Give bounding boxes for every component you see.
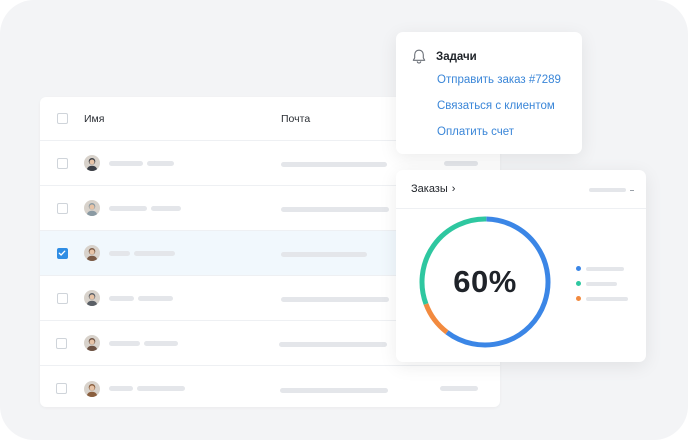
cell-extra <box>440 386 500 391</box>
legend-dot <box>576 281 581 286</box>
legend-dot <box>576 266 581 271</box>
table-row[interactable] <box>40 366 500 407</box>
cell-mail <box>280 380 440 398</box>
tasks-header: Задачи <box>411 48 477 65</box>
chart-legend <box>576 261 628 306</box>
placeholder-bar <box>586 266 624 271</box>
placeholder-bar <box>440 386 478 391</box>
checkmark-icon <box>58 250 66 256</box>
placeholder-bar <box>281 162 387 167</box>
placeholder-bar <box>134 250 175 256</box>
tasks-title: Задачи <box>436 50 477 63</box>
orders-title: Заказы <box>411 183 448 195</box>
placeholder-bar <box>281 252 367 257</box>
orders-period-selector[interactable] <box>589 188 634 192</box>
orders-header[interactable]: Заказы › <box>396 170 646 209</box>
cell-name <box>83 335 280 351</box>
cell-extra <box>441 160 500 166</box>
row-checkbox[interactable] <box>56 157 68 169</box>
legend-item <box>576 276 628 291</box>
placeholder-bar <box>151 205 181 211</box>
column-header-name[interactable]: Имя <box>84 113 281 125</box>
task-link-send-order[interactable]: Отправить заказ #7289 <box>437 74 561 86</box>
avatar <box>84 155 100 171</box>
placeholder-bar <box>589 188 626 192</box>
dash-icon <box>630 189 634 191</box>
row-checkbox[interactable] <box>56 337 68 349</box>
placeholder-bar <box>136 386 185 391</box>
placeholder-bar <box>279 342 388 347</box>
cell-name <box>84 200 281 216</box>
avatar <box>84 245 100 261</box>
cell-name <box>84 245 281 261</box>
placeholder-bar <box>109 295 134 301</box>
placeholder-bar <box>108 386 133 391</box>
tasks-popover: Задачи Отправить заказ #7289 Связаться с… <box>396 32 582 154</box>
legend-dot <box>576 296 581 301</box>
task-link-pay-invoice[interactable]: Оплатить счет <box>437 126 514 138</box>
cell-name <box>84 290 281 306</box>
task-link-contact-client[interactable]: Связаться с клиентом <box>437 100 555 112</box>
donut-percent-label: 60% <box>453 264 517 299</box>
row-checkbox[interactable] <box>56 383 68 394</box>
placeholder-bar <box>109 205 147 211</box>
placeholder-bar <box>280 387 389 393</box>
placeholder-bar <box>586 281 617 286</box>
placeholder-bar <box>586 296 628 301</box>
cell-name <box>83 380 281 397</box>
placeholder-bar <box>281 297 389 302</box>
row-checkbox[interactable] <box>56 247 68 259</box>
placeholder-bar <box>444 160 478 166</box>
chevron-right-icon: › <box>451 183 456 195</box>
row-checkbox[interactable] <box>56 202 68 214</box>
bell-icon <box>412 49 426 64</box>
orders-widget: Заказы › 60% <box>396 170 646 362</box>
placeholder-bar <box>108 340 140 346</box>
select-all-checkbox[interactable] <box>56 113 68 124</box>
legend-item <box>576 261 628 276</box>
avatar <box>84 290 100 306</box>
placeholder-bar <box>281 207 389 212</box>
placeholder-bar <box>109 250 130 256</box>
avatar <box>84 200 100 216</box>
legend-item <box>576 291 628 306</box>
placeholder-bar <box>147 160 174 166</box>
avatar <box>83 335 100 351</box>
row-checkbox[interactable] <box>56 292 68 304</box>
cell-name <box>84 155 281 171</box>
placeholder-bar <box>109 160 143 166</box>
avatar <box>83 380 100 397</box>
placeholder-bar <box>143 340 178 346</box>
placeholder-bar <box>138 295 173 301</box>
